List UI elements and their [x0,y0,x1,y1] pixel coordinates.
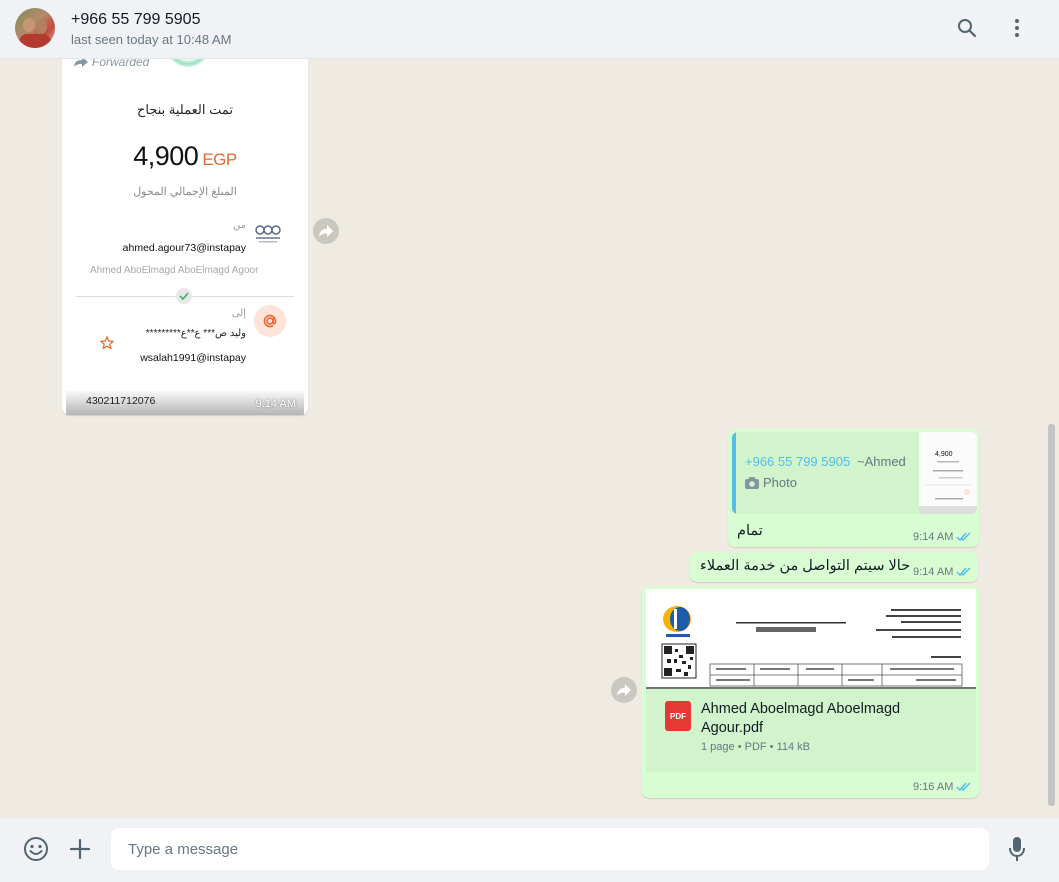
contact-avatar[interactable] [15,8,55,48]
document-meta: 1 page • PDF • 114 kB [701,741,811,753]
quoted-message[interactable]: +966 55 799 5905 ~Ahmed Photo 4,900 [732,432,977,514]
quoted-thumbnail: 4,900 [919,432,977,514]
from-account-id: ahmed.agour73@instapay [122,242,246,254]
microphone-icon[interactable] [1004,836,1030,862]
scrollbar-thumb[interactable] [1048,424,1055,806]
star-icon [99,335,115,355]
double-check-read-icon [956,567,971,577]
message-time: 9:14 AM [913,566,954,578]
check-icon [176,288,192,304]
receipt-reference: 430211712076 [86,395,156,407]
message-text: تمام [737,523,763,539]
from-label: من [233,220,246,231]
at-sign-icon [254,305,286,337]
message-text: حالا سيتم التواصل من خدمة العملاء [700,558,911,574]
receipt-image[interactable]: Forwarded تمت العملية بنجاح 4,900 EGP الم… [66,59,304,415]
quoted-type: Photo [745,475,797,490]
forward-icon [74,59,88,67]
contact-name[interactable]: +966 55 799 5905 [71,11,200,29]
double-check-read-icon [956,782,971,792]
pdf-file-icon: PDF [665,701,691,731]
amount-value: 4,900 [133,141,199,171]
emoji-icon[interactable] [23,836,49,862]
message-meta: 9:14 AM [913,566,972,578]
quoted-number: +966 55 799 5905 [745,454,851,469]
chat-header: +966 55 799 5905 last seen today at 10:4… [0,0,1059,59]
amount-currency: EGP [202,150,237,169]
to-account-name: وليد ص*** ع**ع********* [145,328,246,339]
forwarded-text: Forwarded [92,59,150,69]
double-check-read-icon [956,532,971,542]
from-account-name: Ahmed AboElmagd AboElmagd Agoor [90,265,259,276]
success-badge-icon [166,59,210,67]
receipt-amount: 4,900 EGP [66,141,304,172]
camera-icon [745,476,759,489]
quote-bar [732,432,736,514]
message-meta: 9:16 AM [913,781,972,793]
forward-message-button[interactable] [313,218,339,244]
svg-text:4,900: 4,900 [935,451,953,458]
message-time: 9:14 AM [913,531,954,543]
document-preview[interactable] [646,589,976,689]
attach-plus-icon[interactable] [67,836,93,862]
amount-caption: المبلغ الإجمالي المحول [133,186,237,198]
quoted-author: ~Ahmed [857,454,906,469]
message-time: 9:14 AM [255,398,296,410]
bank-logo-icon [254,223,282,245]
document-file-name[interactable]: Ahmed Aboelmagd Aboelmagd Agour.pdf [701,700,961,738]
quoted-type-label: Photo [763,475,797,490]
to-account-id: wsalah1991@instapay [140,352,246,364]
message-time: 9:16 AM [913,781,954,793]
to-label: إلى [231,308,246,319]
receipt-title: تمت العملية بنجاح [137,102,233,117]
contact-last-seen: last seen today at 10:48 AM [71,32,232,47]
forwarded-label: Forwarded [74,59,149,69]
search-icon[interactable] [955,16,979,40]
message-meta: 9:14 AM [913,531,972,543]
message-input[interactable] [111,828,989,870]
forward-message-button[interactable] [611,677,637,703]
incoming-image-message[interactable]: Forwarded تمت العملية بنجاح 4,900 EGP الم… [62,59,308,415]
menu-icon[interactable] [1005,16,1029,40]
